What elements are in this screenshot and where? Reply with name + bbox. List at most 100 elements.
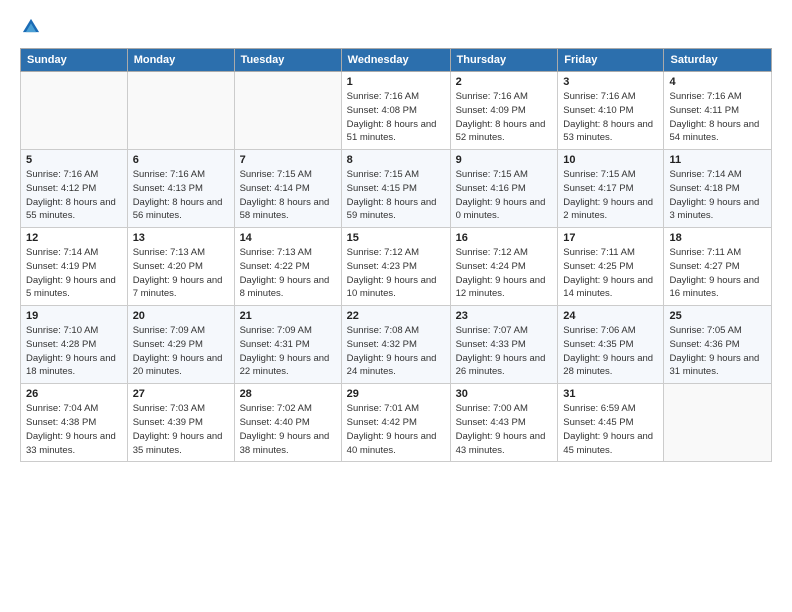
day-number: 7 [240, 154, 336, 166]
day-info: Sunrise: 7:08 AM Sunset: 4:32 PM Dayligh… [347, 324, 445, 379]
day-info: Sunrise: 7:16 AM Sunset: 4:08 PM Dayligh… [347, 90, 445, 145]
day-header-sunday: Sunday [21, 49, 128, 72]
calendar-cell: 3 Sunrise: 7:16 AM Sunset: 4:10 PM Daylig… [558, 72, 664, 150]
day-info: Sunrise: 7:02 AM Sunset: 4:40 PM Dayligh… [240, 402, 336, 457]
calendar-cell: 30 Sunrise: 7:00 AM Sunset: 4:43 PM Dayli… [450, 384, 558, 462]
header [20, 16, 772, 38]
calendar-cell: 31 Sunrise: 6:59 AM Sunset: 4:45 PM Dayli… [558, 384, 664, 462]
calendar-cell: 15 Sunrise: 7:12 AM Sunset: 4:23 PM Dayli… [341, 228, 450, 306]
day-number: 3 [563, 76, 658, 88]
day-header-saturday: Saturday [664, 49, 772, 72]
day-number: 23 [456, 310, 553, 322]
day-header-monday: Monday [127, 49, 234, 72]
page: SundayMondayTuesdayWednesdayThursdayFrid… [0, 0, 792, 612]
calendar-cell: 25 Sunrise: 7:05 AM Sunset: 4:36 PM Dayli… [664, 306, 772, 384]
day-number: 14 [240, 232, 336, 244]
day-info: Sunrise: 7:15 AM Sunset: 4:15 PM Dayligh… [347, 168, 445, 223]
day-info: Sunrise: 7:16 AM Sunset: 4:13 PM Dayligh… [133, 168, 229, 223]
day-number: 12 [26, 232, 122, 244]
calendar-cell: 22 Sunrise: 7:08 AM Sunset: 4:32 PM Dayli… [341, 306, 450, 384]
calendar-week-4: 19 Sunrise: 7:10 AM Sunset: 4:28 PM Dayli… [21, 306, 772, 384]
calendar-cell: 13Sunrise: 7:13 AM Sunset: 4:20 PM Dayli… [127, 228, 234, 306]
day-info: Sunrise: 7:03 AM Sunset: 4:39 PM Dayligh… [133, 402, 229, 457]
day-info: Sunrise: 7:12 AM Sunset: 4:24 PM Dayligh… [456, 246, 553, 301]
calendar-cell: 7 Sunrise: 7:15 AM Sunset: 4:14 PM Daylig… [234, 150, 341, 228]
day-header-wednesday: Wednesday [341, 49, 450, 72]
calendar-week-3: 12 Sunrise: 7:14 AM Sunset: 4:19 PM Dayli… [21, 228, 772, 306]
calendar-cell: 14 Sunrise: 7:13 AM Sunset: 4:22 PM Dayli… [234, 228, 341, 306]
calendar-cell: 18Sunrise: 7:11 AM Sunset: 4:27 PM Dayli… [664, 228, 772, 306]
day-number: 6 [133, 154, 229, 166]
day-info: Sunrise: 7:04 AM Sunset: 4:38 PM Dayligh… [26, 402, 122, 457]
day-number: 31 [563, 388, 658, 400]
day-number: 15 [347, 232, 445, 244]
calendar-cell: 26Sunrise: 7:04 AM Sunset: 4:38 PM Dayli… [21, 384, 128, 462]
day-info: Sunrise: 7:05 AM Sunset: 4:36 PM Dayligh… [669, 324, 766, 379]
day-number: 11 [669, 154, 766, 166]
calendar-cell: 28 Sunrise: 7:02 AM Sunset: 4:40 PM Dayli… [234, 384, 341, 462]
calendar-cell: 6 Sunrise: 7:16 AM Sunset: 4:13 PM Daylig… [127, 150, 234, 228]
day-number: 13 [133, 232, 229, 244]
day-number: 21 [240, 310, 336, 322]
day-info: Sunrise: 7:15 AM Sunset: 4:16 PM Dayligh… [456, 168, 553, 223]
logo-icon [20, 16, 42, 38]
calendar-cell: 2Sunrise: 7:16 AM Sunset: 4:09 PM Daylig… [450, 72, 558, 150]
day-info: Sunrise: 7:10 AM Sunset: 4:28 PM Dayligh… [26, 324, 122, 379]
day-number: 16 [456, 232, 553, 244]
day-info: Sunrise: 7:12 AM Sunset: 4:23 PM Dayligh… [347, 246, 445, 301]
calendar-cell: 12 Sunrise: 7:14 AM Sunset: 4:19 PM Dayli… [21, 228, 128, 306]
day-number: 5 [26, 154, 122, 166]
calendar-cell [664, 384, 772, 462]
day-number: 19 [26, 310, 122, 322]
calendar-cell [234, 72, 341, 150]
day-number: 9 [456, 154, 553, 166]
day-info: Sunrise: 7:16 AM Sunset: 4:11 PM Dayligh… [669, 90, 766, 145]
day-info: Sunrise: 7:11 AM Sunset: 4:25 PM Dayligh… [563, 246, 658, 301]
calendar: SundayMondayTuesdayWednesdayThursdayFrid… [20, 48, 772, 462]
calendar-week-5: 26Sunrise: 7:04 AM Sunset: 4:38 PM Dayli… [21, 384, 772, 462]
day-info: Sunrise: 7:14 AM Sunset: 4:18 PM Dayligh… [669, 168, 766, 223]
day-info: Sunrise: 7:06 AM Sunset: 4:35 PM Dayligh… [563, 324, 658, 379]
day-number: 30 [456, 388, 553, 400]
calendar-cell: 16 Sunrise: 7:12 AM Sunset: 4:24 PM Dayli… [450, 228, 558, 306]
day-number: 2 [456, 76, 553, 88]
day-info: Sunrise: 7:15 AM Sunset: 4:14 PM Dayligh… [240, 168, 336, 223]
calendar-cell: 8 Sunrise: 7:15 AM Sunset: 4:15 PM Daylig… [341, 150, 450, 228]
calendar-week-1: 1 Sunrise: 7:16 AM Sunset: 4:08 PM Daylig… [21, 72, 772, 150]
calendar-cell: 19 Sunrise: 7:10 AM Sunset: 4:28 PM Dayli… [21, 306, 128, 384]
day-number: 8 [347, 154, 445, 166]
calendar-cell: 11 Sunrise: 7:14 AM Sunset: 4:18 PM Dayli… [664, 150, 772, 228]
day-number: 24 [563, 310, 658, 322]
day-number: 17 [563, 232, 658, 244]
day-number: 1 [347, 76, 445, 88]
calendar-cell [127, 72, 234, 150]
day-info: Sunrise: 7:00 AM Sunset: 4:43 PM Dayligh… [456, 402, 553, 457]
day-number: 4 [669, 76, 766, 88]
day-info: Sunrise: 7:16 AM Sunset: 4:10 PM Dayligh… [563, 90, 658, 145]
day-number: 27 [133, 388, 229, 400]
day-number: 25 [669, 310, 766, 322]
day-header-tuesday: Tuesday [234, 49, 341, 72]
day-info: Sunrise: 7:07 AM Sunset: 4:33 PM Dayligh… [456, 324, 553, 379]
calendar-cell: 5 Sunrise: 7:16 AM Sunset: 4:12 PM Daylig… [21, 150, 128, 228]
calendar-cell: 23 Sunrise: 7:07 AM Sunset: 4:33 PM Dayli… [450, 306, 558, 384]
calendar-cell: 27 Sunrise: 7:03 AM Sunset: 4:39 PM Dayli… [127, 384, 234, 462]
day-header-thursday: Thursday [450, 49, 558, 72]
calendar-cell: 4 Sunrise: 7:16 AM Sunset: 4:11 PM Daylig… [664, 72, 772, 150]
calendar-cell [21, 72, 128, 150]
calendar-cell: 29Sunrise: 7:01 AM Sunset: 4:42 PM Dayli… [341, 384, 450, 462]
day-number: 22 [347, 310, 445, 322]
calendar-cell: 1 Sunrise: 7:16 AM Sunset: 4:08 PM Daylig… [341, 72, 450, 150]
day-info: Sunrise: 7:14 AM Sunset: 4:19 PM Dayligh… [26, 246, 122, 301]
calendar-cell: 20Sunrise: 7:09 AM Sunset: 4:29 PM Dayli… [127, 306, 234, 384]
day-info: Sunrise: 7:01 AM Sunset: 4:42 PM Dayligh… [347, 402, 445, 457]
logo [20, 16, 46, 38]
day-info: Sunrise: 7:16 AM Sunset: 4:12 PM Dayligh… [26, 168, 122, 223]
calendar-header-row: SundayMondayTuesdayWednesdayThursdayFrid… [21, 49, 772, 72]
day-number: 28 [240, 388, 336, 400]
calendar-week-2: 5 Sunrise: 7:16 AM Sunset: 4:12 PM Daylig… [21, 150, 772, 228]
day-info: Sunrise: 7:13 AM Sunset: 4:22 PM Dayligh… [240, 246, 336, 301]
calendar-cell: 24 Sunrise: 7:06 AM Sunset: 4:35 PM Dayli… [558, 306, 664, 384]
day-info: Sunrise: 6:59 AM Sunset: 4:45 PM Dayligh… [563, 402, 658, 457]
calendar-cell: 10Sunrise: 7:15 AM Sunset: 4:17 PM Dayli… [558, 150, 664, 228]
